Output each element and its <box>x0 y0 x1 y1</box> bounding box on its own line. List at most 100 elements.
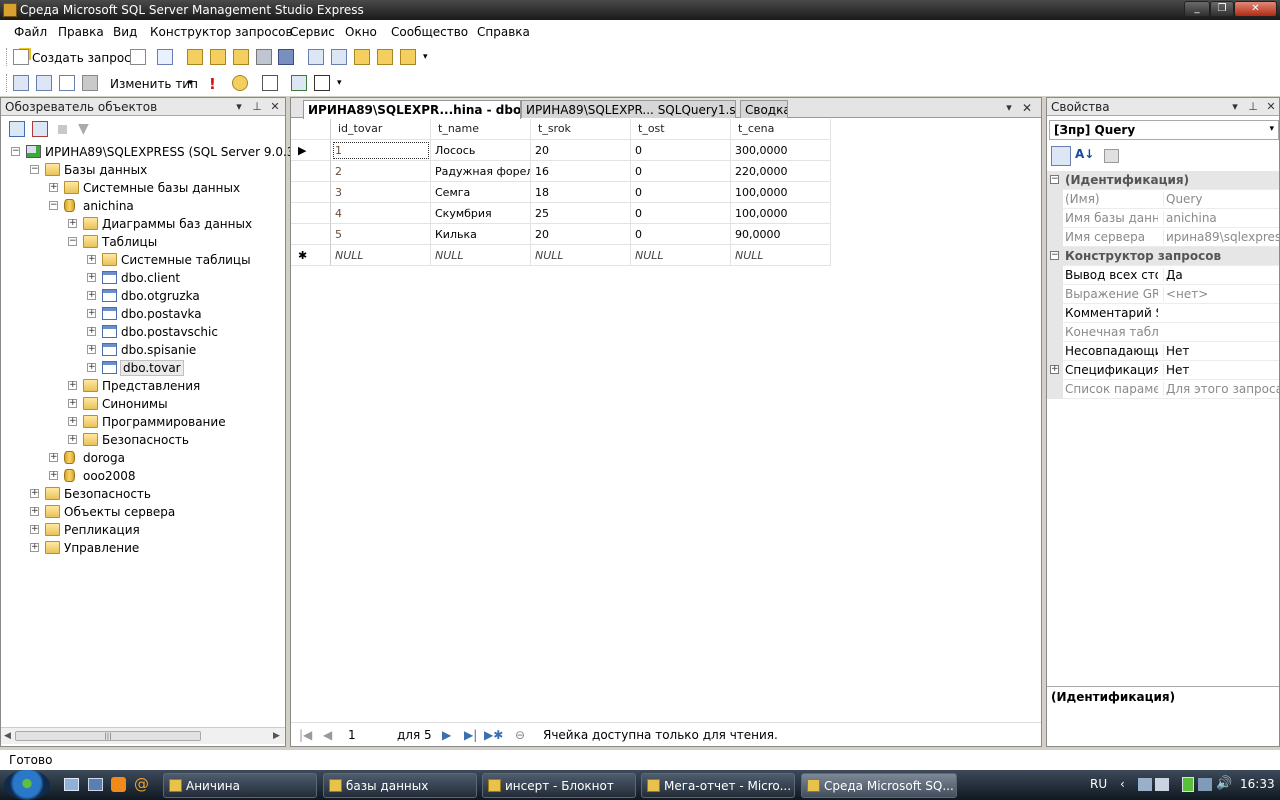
null-cell[interactable]: NULL <box>531 245 631 266</box>
tree-node[interactable]: − anichina <box>1 197 285 215</box>
taskbar-button[interactable]: Среда Microsoft SQ... <box>801 773 957 798</box>
expand-icon[interactable]: + <box>30 507 39 516</box>
tree-node[interactable]: + dbo.postavschic <box>1 323 285 341</box>
switch-windows-icon[interactable] <box>88 778 103 791</box>
grid-corner[interactable] <box>291 119 331 140</box>
expand-icon[interactable]: + <box>68 381 77 390</box>
property-row[interactable]: Имя сервера ирина89\sqlexpress <box>1047 228 1279 247</box>
menu-community[interactable]: Сообщество <box>391 25 468 39</box>
menu-tools[interactable]: Сервис <box>290 25 335 39</box>
grid-cell[interactable]: 220,0000 <box>731 161 831 182</box>
expand-icon[interactable]: + <box>87 273 96 282</box>
grid-cell[interactable]: 300,0000 <box>731 140 831 161</box>
null-cell[interactable]: NULL <box>431 245 531 266</box>
property-row[interactable]: Вывод всех стол Да <box>1047 266 1279 285</box>
disconnect-icon[interactable] <box>233 49 249 65</box>
tree-node[interactable]: + Безопасность <box>1 485 285 503</box>
property-row[interactable]: Имя базы данны anichina <box>1047 209 1279 228</box>
save-all-icon[interactable] <box>278 49 294 65</box>
column-header[interactable]: id_tovar <box>331 119 431 140</box>
tabs-dropdown-icon[interactable]: ▾ <box>1003 101 1015 114</box>
next-record-icon[interactable]: ▶ <box>442 728 451 742</box>
collapse-icon[interactable]: − <box>68 237 77 246</box>
property-row[interactable]: Список парамет Для этого запроса па <box>1047 380 1279 399</box>
row-header[interactable] <box>291 161 331 182</box>
property-value[interactable]: Для этого запроса па <box>1163 382 1279 396</box>
new-record-icon[interactable]: ▶✱ <box>484 728 503 742</box>
tree-node[interactable]: + Синонимы <box>1 395 285 413</box>
row-header[interactable] <box>291 182 331 203</box>
expand-icon[interactable]: + <box>68 399 77 408</box>
expand-icon[interactable]: + <box>87 345 96 354</box>
collapse-icon[interactable]: − <box>1050 175 1059 184</box>
taskbar-button[interactable]: базы данных <box>323 773 477 798</box>
expand-icon[interactable]: + <box>49 453 58 462</box>
add-table-icon[interactable] <box>291 75 307 91</box>
property-category[interactable]: − (Идентификация) <box>1047 171 1279 190</box>
new-row[interactable]: ✱ NULL NULL NULL NULL NULL <box>291 245 831 266</box>
grid-cell[interactable]: 1 <box>331 140 431 161</box>
stop-icon[interactable] <box>58 125 67 134</box>
pin-icon[interactable]: ⊥ <box>251 100 263 113</box>
grid-cell[interactable]: Лосось <box>431 140 531 161</box>
expand-icon[interactable]: + <box>30 525 39 534</box>
connect-icon[interactable] <box>9 121 25 137</box>
categorized-icon[interactable] <box>1051 146 1071 166</box>
collapse-icon[interactable]: − <box>49 201 58 210</box>
device-icon[interactable] <box>1155 778 1169 791</box>
property-value[interactable]: anichina <box>1163 211 1279 225</box>
tray-expand-icon[interactable]: ‹ <box>1120 777 1125 791</box>
grid-cell[interactable]: 2 <box>331 161 431 182</box>
show-criteria-icon[interactable] <box>36 75 52 91</box>
tree-node[interactable]: + Системные базы данных <box>1 179 285 197</box>
collapse-icon[interactable]: − <box>1050 251 1059 260</box>
expand-icon[interactable]: + <box>49 183 58 192</box>
tab-summary[interactable]: Сводка <box>740 100 788 118</box>
tree-node[interactable]: + dbo.client <box>1 269 285 287</box>
grid-cell[interactable]: 0 <box>631 182 731 203</box>
grid-cell[interactable]: 0 <box>631 203 731 224</box>
null-cell[interactable]: NULL <box>631 245 731 266</box>
menu-edit[interactable]: Правка <box>58 25 104 39</box>
maximize-button[interactable]: ❐ <box>1210 1 1234 17</box>
property-row[interactable]: + Спецификация п Нет <box>1047 361 1279 380</box>
expand-icon[interactable]: + <box>30 543 39 552</box>
grid-cell[interactable]: 20 <box>531 224 631 245</box>
mail-icon[interactable]: @ <box>134 775 149 793</box>
expand-icon[interactable]: + <box>68 219 77 228</box>
property-row[interactable]: Комментарий SQ <box>1047 304 1279 323</box>
grid-cell[interactable]: 5 <box>331 224 431 245</box>
panel-close-icon[interactable]: ✕ <box>1265 100 1277 113</box>
collapse-icon[interactable]: − <box>11 147 20 156</box>
scroll-right-icon[interactable]: ▶ <box>273 731 280 741</box>
grid-cell[interactable]: 0 <box>631 140 731 161</box>
first-record-icon[interactable]: |◀ <box>299 728 312 742</box>
table-row[interactable]: 4 Скумбрия 25 0 100,0000 <box>291 203 831 224</box>
column-header[interactable]: t_ost <box>631 119 731 140</box>
grid-cell[interactable]: Килька <box>431 224 531 245</box>
grid-cell[interactable]: 18 <box>531 182 631 203</box>
last-record-icon[interactable]: ▶| <box>464 728 477 742</box>
taskbar-button[interactable]: Мега-отчет - Micro... <box>641 773 795 798</box>
grid-cell[interactable]: Радужная форель <box>431 161 531 182</box>
grid-cell[interactable]: 100,0000 <box>731 203 831 224</box>
network-status-icon[interactable] <box>1198 778 1212 791</box>
panel-dropdown-icon[interactable]: ▾ <box>1229 100 1241 113</box>
property-row[interactable]: Несовпадающие Нет <box>1047 342 1279 361</box>
toolbar-overflow-icon[interactable]: ▾ <box>423 52 428 62</box>
toolbar-grip[interactable] <box>6 48 9 66</box>
language-indicator[interactable]: RU <box>1090 777 1107 791</box>
start-button[interactable] <box>4 770 50 800</box>
taskbar-button[interactable]: инсерт - Блокнот <box>482 773 636 798</box>
grid-cell[interactable]: 25 <box>531 203 631 224</box>
null-cell[interactable]: NULL <box>731 245 831 266</box>
expand-icon[interactable]: + <box>68 435 77 444</box>
row-header[interactable] <box>291 203 331 224</box>
new-file-icon[interactable] <box>130 49 146 65</box>
property-row[interactable]: Конечная табли <box>1047 323 1279 342</box>
property-value[interactable]: Нет <box>1163 363 1279 377</box>
column-header[interactable]: t_cena <box>731 119 831 140</box>
show-desktop-icon[interactable] <box>64 778 79 791</box>
chevron-down-icon[interactable]: ▾ <box>1269 124 1274 134</box>
expand-icon[interactable]: + <box>87 309 96 318</box>
